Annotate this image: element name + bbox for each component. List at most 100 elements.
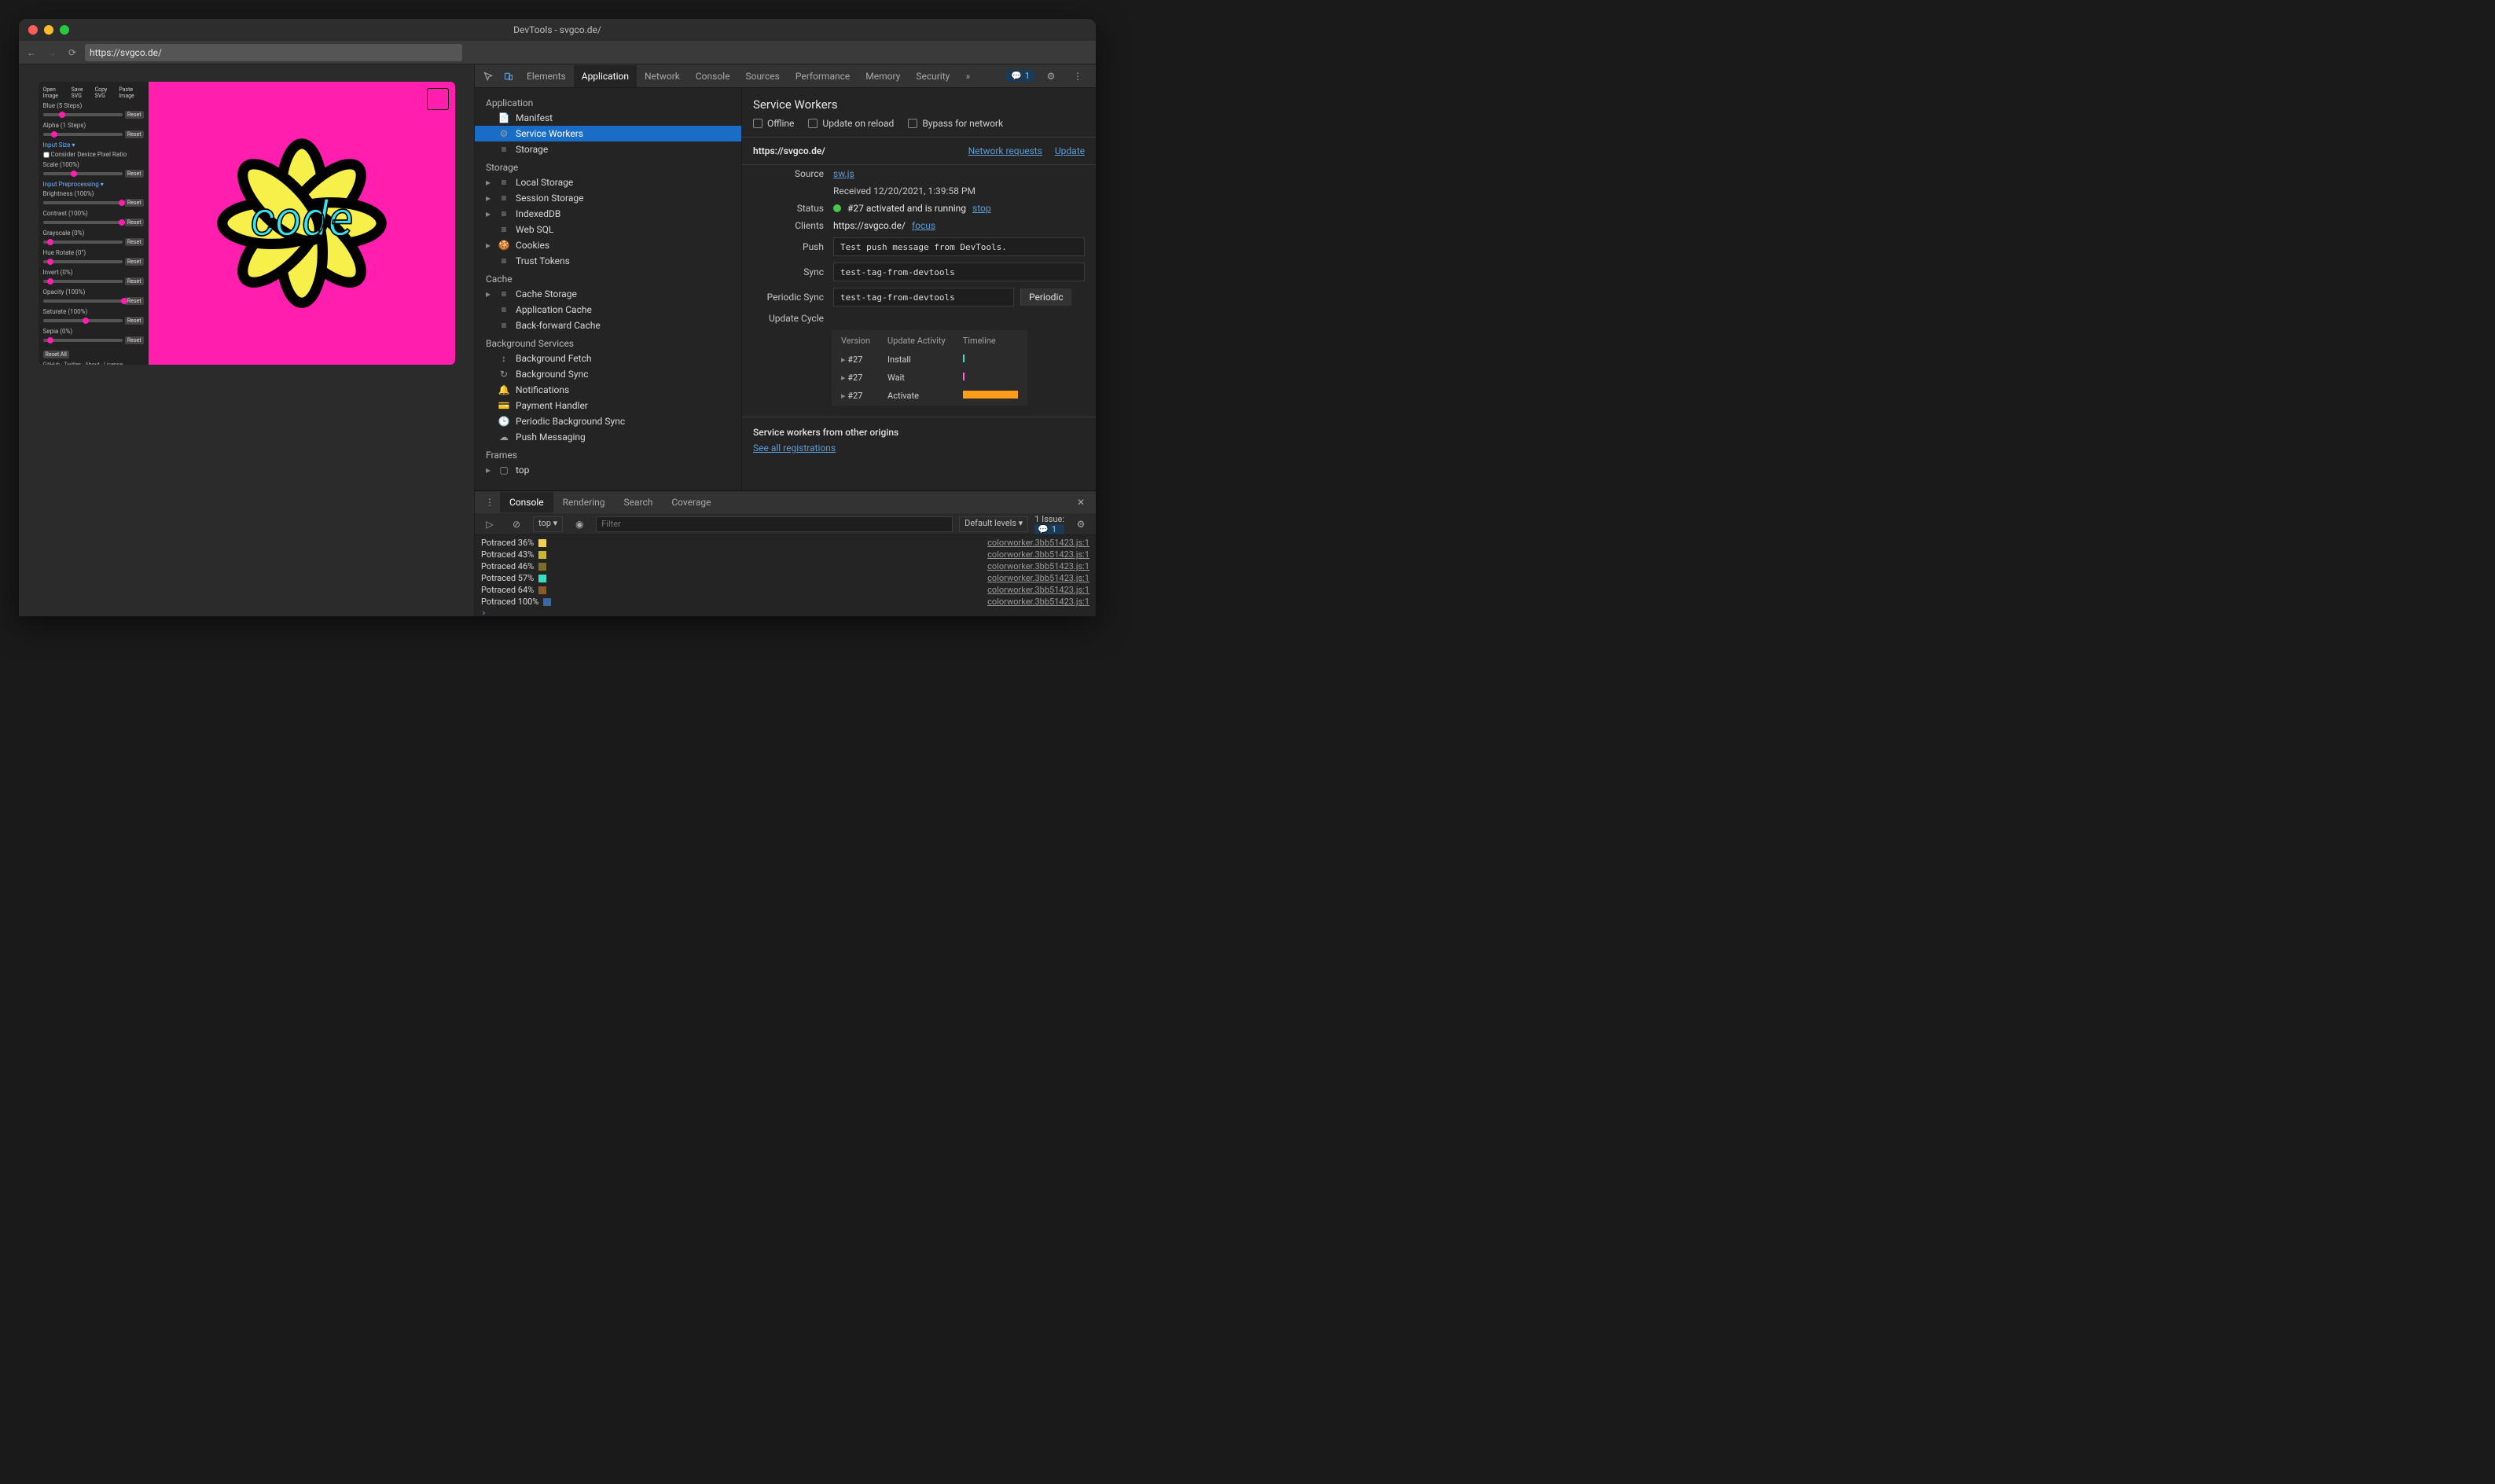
reset-button[interactable]: Reset: [125, 258, 144, 266]
reset-button[interactable]: Reset: [125, 170, 144, 178]
tab-console[interactable]: Console: [688, 65, 738, 87]
tree-item-cookies[interactable]: ▸ 🍪 Cookies: [475, 237, 741, 253]
reset-button[interactable]: Reset: [125, 199, 144, 207]
console-filter-input[interactable]: [596, 516, 953, 532]
source-link[interactable]: colorworker.3bb51423.js:1: [987, 597, 1089, 607]
tree-item-payment-handler[interactable]: 💳 Payment Handler: [475, 398, 741, 413]
periodic-sync-button[interactable]: Periodic: [1020, 288, 1071, 306]
tree-item-trust-tokens[interactable]: ≡ Trust Tokens: [475, 253, 741, 269]
tree-item-session-storage[interactable]: ▸ ≡ Session Storage: [475, 190, 741, 206]
drawer-tab-search[interactable]: Search: [614, 492, 662, 512]
execute-icon[interactable]: ▷: [480, 514, 500, 534]
reset-button[interactable]: Reset: [125, 130, 144, 138]
thumbnail[interactable]: [427, 88, 449, 110]
sw-source-link[interactable]: sw.js: [833, 168, 854, 179]
drawer-kebab-icon[interactable]: ⋮: [480, 492, 500, 512]
tree-item-local-storage[interactable]: ▸ ≡ Local Storage: [475, 174, 741, 190]
slider[interactable]: [43, 339, 123, 342]
slider[interactable]: [43, 113, 123, 116]
expand-icon[interactable]: ▸: [486, 465, 492, 476]
slider[interactable]: [43, 221, 123, 224]
url-bar[interactable]: https://svgco.de/: [85, 44, 462, 61]
opt-offline[interactable]: Offline: [753, 118, 794, 129]
drawer-tab-console[interactable]: Console: [500, 492, 553, 512]
source-link[interactable]: colorworker.3bb51423.js:1: [987, 561, 1089, 571]
tree-item-cache-storage[interactable]: ▸ ≡ Cache Storage: [475, 286, 741, 302]
more-tabs-icon[interactable]: »: [957, 66, 978, 86]
section-input-size[interactable]: Input Size ▾: [43, 141, 144, 149]
forward-icon[interactable]: →: [44, 45, 60, 61]
drawer-tab-coverage[interactable]: Coverage: [662, 492, 720, 512]
expand-icon[interactable]: ▸: [486, 288, 492, 299]
reset-all-button[interactable]: Reset All: [43, 351, 69, 358]
expand-icon[interactable]: ▸: [486, 240, 492, 251]
network-requests-link[interactable]: Network requests: [968, 145, 1042, 156]
slider[interactable]: [43, 280, 123, 283]
expand-icon[interactable]: ▸: [486, 193, 492, 204]
levels-select[interactable]: Default levels ▾: [959, 516, 1028, 532]
tree-item-service-workers[interactable]: ⚙ Service Workers: [475, 126, 741, 141]
see-all-registrations-link[interactable]: See all registrations: [753, 443, 836, 454]
tab-application[interactable]: Application: [574, 65, 637, 87]
copy-svg-button[interactable]: Copy SVG: [95, 86, 115, 99]
settings-gear-icon[interactable]: ⚙: [1041, 66, 1061, 86]
reset-button[interactable]: Reset: [125, 297, 144, 305]
slider[interactable]: [43, 133, 123, 136]
open-image-button[interactable]: Open Image: [43, 86, 67, 99]
context-select[interactable]: top ▾: [533, 516, 563, 532]
device-icon[interactable]: [498, 66, 519, 86]
reset-button[interactable]: Reset: [125, 219, 144, 226]
issue-text[interactable]: 1 Issue: 💬 1: [1034, 514, 1064, 534]
expand-icon[interactable]: ▸: [486, 208, 492, 219]
source-link[interactable]: colorworker.3bb51423.js:1: [987, 585, 1089, 595]
opt-update-on-reload[interactable]: Update on reload: [808, 118, 894, 129]
tab-network[interactable]: Network: [637, 65, 688, 87]
eye-icon[interactable]: ◉: [569, 514, 590, 534]
tab-sources[interactable]: Sources: [737, 65, 787, 87]
console-settings-icon[interactable]: ⚙: [1071, 514, 1091, 534]
drawer-tab-rendering[interactable]: Rendering: [553, 492, 615, 512]
stop-link[interactable]: stop: [972, 203, 991, 214]
clear-console-icon[interactable]: ⊘: [506, 514, 527, 534]
kebab-icon[interactable]: ⋮: [1067, 66, 1088, 86]
tree-item-indexeddb[interactable]: ▸ ≡ IndexedDB: [475, 206, 741, 222]
tree-item-web-sql[interactable]: ≡ Web SQL: [475, 222, 741, 237]
sync-input[interactable]: [833, 263, 1085, 281]
slider[interactable]: [43, 201, 123, 204]
slider[interactable]: [43, 260, 123, 263]
reload-icon[interactable]: ⟳: [64, 45, 80, 61]
zoom-icon[interactable]: [60, 25, 69, 35]
section-preprocessing[interactable]: Input Preprocessing ▾: [43, 181, 144, 188]
tree-item-top[interactable]: ▸ ▢ top: [475, 462, 741, 478]
tree-item-background-fetch[interactable]: ↕ Background Fetch: [475, 351, 741, 366]
tab-memory[interactable]: Memory: [858, 65, 908, 87]
source-link[interactable]: colorworker.3bb51423.js:1: [987, 549, 1089, 560]
source-link[interactable]: colorworker.3bb51423.js:1: [987, 573, 1089, 583]
close-drawer-icon[interactable]: ✕: [1071, 492, 1091, 512]
reset-button[interactable]: Reset: [125, 111, 144, 119]
slider[interactable]: [43, 299, 123, 303]
tree-item-push-messaging[interactable]: ☁ Push Messaging: [475, 429, 741, 445]
slider[interactable]: [43, 319, 123, 322]
focus-link[interactable]: focus: [912, 220, 935, 231]
save-svg-button[interactable]: Save SVG: [72, 86, 90, 99]
close-icon[interactable]: [28, 25, 38, 35]
issues-badge[interactable]: 💬 1: [1006, 70, 1034, 82]
tree-item-manifest[interactable]: 📄 Manifest: [475, 110, 741, 126]
reset-button[interactable]: Reset: [125, 317, 144, 325]
reset-button[interactable]: Reset: [125, 336, 144, 344]
opt-bypass-for-network[interactable]: Bypass for network: [908, 118, 1003, 129]
push-input[interactable]: [833, 237, 1085, 256]
tab-elements[interactable]: Elements: [519, 65, 574, 87]
tree-item-background-sync[interactable]: ↻ Background Sync: [475, 366, 741, 382]
tree-item-back-forward-cache[interactable]: ≡ Back-forward Cache: [475, 318, 741, 333]
tree-item-storage[interactable]: ≡ Storage: [475, 141, 741, 157]
tree-item-notifications[interactable]: 🔔 Notifications: [475, 382, 741, 398]
slider[interactable]: [43, 241, 123, 244]
minimize-icon[interactable]: [44, 25, 53, 35]
tree-item-application-cache[interactable]: ≡ Application Cache: [475, 302, 741, 318]
slider[interactable]: [43, 172, 123, 175]
inspect-icon[interactable]: [478, 66, 498, 86]
footer-links[interactable]: GitHub · Twitter · About · License: [43, 362, 144, 365]
console-prompt[interactable]: ›: [475, 608, 1096, 616]
